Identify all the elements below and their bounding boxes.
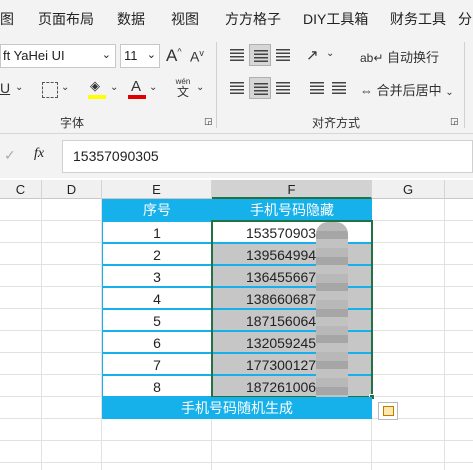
align-right-icon [276,82,290,94]
alignment-group-label: 对齐方式 [312,116,361,130]
align-center-icon [254,83,268,95]
decrease-indent-icon [310,82,324,94]
chevron-down-icon: ⌄ [101,49,111,61]
fx-icon[interactable]: fx [34,146,44,162]
index-cell[interactable]: 7 [102,353,212,375]
paste-options-button[interactable] [378,402,398,420]
formula-input[interactable]: 15357090305 [62,140,473,173]
index-cell[interactable]: 3 [102,265,212,287]
chevron-down-icon[interactable]: ⌄ [196,82,204,93]
index-cell[interactable]: 1 [102,221,212,243]
underline-button[interactable]: U [0,80,10,96]
tab-page-layout[interactable]: 页面布局 [38,9,94,29]
align-bottom-icon [276,49,290,61]
chevron-down-icon: ⌄ [445,87,454,98]
tab-partial[interactable]: 图 [0,9,14,29]
border-icon[interactable] [42,82,58,98]
header-phone-cell[interactable]: 手机号码隐藏 [212,199,372,221]
align-right-button[interactable] [272,77,294,99]
align-left-icon [230,82,244,94]
align-middle-icon [254,50,268,62]
font-size-box[interactable]: 11 ⌄ [120,44,160,68]
align-top-icon [230,49,244,61]
formula-value: 15357090305 [73,148,159,164]
ribbon: ft YaHei UI ⌄ 11 ⌄ A^ Av U ⌄ ⌄ ◈ ⌄ A ⌄ w… [0,34,473,134]
ribbon-tab-bar: 图 页面布局 数据 视图 方方格子 DIY工具箱 财务工具 分 [0,0,473,34]
header-index-cell[interactable]: 序号 [102,199,212,221]
column-header-c[interactable]: C [0,180,42,199]
chevron-down-icon[interactable]: ⌄ [110,82,118,93]
font-name-box[interactable]: ft YaHei UI ⌄ [0,44,116,68]
tab-view[interactable]: 视图 [171,9,199,29]
align-middle-button[interactable] [249,44,271,66]
fill-color-swatch [88,95,106,99]
selection-outline [211,220,373,398]
align-bottom-button[interactable] [272,44,294,66]
dialog-launcher-icon[interactable]: ◲ [204,116,213,127]
tab-diy-toolbox[interactable]: DIY工具箱 [303,9,368,29]
index-cell[interactable]: 6 [102,331,212,353]
font-size-value: 11 [124,48,138,63]
increase-indent-button[interactable] [328,77,350,99]
align-left-button[interactable] [226,77,248,99]
chevron-down-icon[interactable]: ⌄ [149,82,157,93]
decrease-indent-button[interactable] [306,77,328,99]
tab-data[interactable]: 数据 [117,9,145,29]
tab-partial-right[interactable]: 分 [458,9,472,29]
font-group-label: 字体 [60,116,85,130]
increase-indent-icon [332,82,346,94]
grid-line [444,199,445,470]
dialog-launcher-icon[interactable]: ◲ [450,116,459,127]
group-separator [216,42,217,128]
align-center-button[interactable] [249,77,271,99]
chevron-down-icon[interactable]: ⌄ [61,82,69,93]
column-header-e[interactable]: E [102,180,212,199]
grid-line [41,199,42,470]
column-header-bar: C D E F G [0,180,473,199]
chevron-down-icon[interactable]: ⌄ [326,48,334,59]
index-cell[interactable]: 2 [102,243,212,265]
shrink-font-button[interactable]: Av [190,48,204,65]
chevron-down-icon: ⌄ [146,49,156,61]
footer-merged-cell[interactable]: 手机号码随机生成 [102,397,372,419]
index-cell[interactable]: 5 [102,309,212,331]
grow-font-button[interactable]: A^ [166,46,182,66]
font-name-value: ft YaHei UI [3,48,65,63]
orientation-icon[interactable]: ↗ [306,46,319,64]
paint-bucket-icon: ◈ [90,78,100,93]
enter-check-icon[interactable]: ✓ [4,147,16,164]
fill-color-button[interactable]: ◈ [88,78,106,100]
clipboard-icon [383,406,394,416]
font-color-button[interactable]: A [128,78,146,100]
column-header-d[interactable]: D [42,180,102,199]
merge-center-button[interactable]: ⇔ 合并后居中 ⌄ [360,80,470,100]
merge-icon: ⇔ [360,83,373,98]
font-color-swatch [128,95,146,99]
column-header-f[interactable]: F [212,180,372,199]
tab-fangfang-gezi[interactable]: 方方格子 [225,9,281,29]
phonetic-bottom: 文 [176,85,189,99]
chevron-down-icon[interactable]: ⌄ [15,82,23,93]
phonetic-button[interactable]: wén 文 [172,77,194,101]
group-separator [464,42,465,128]
index-cell[interactable]: 8 [102,375,212,397]
column-header-g[interactable]: G [372,180,445,199]
tab-finance-tools[interactable]: 财务工具 [390,9,446,29]
wrap-text-button[interactable]: ab↵ 自动换行 [360,47,460,67]
wrap-text-icon: ab↵ [360,51,384,65]
privacy-blur [316,222,348,408]
index-cell[interactable]: 4 [102,287,212,309]
merge-center-label: 合并后居中 [376,83,442,98]
wrap-text-label: 自动换行 [387,50,440,65]
align-top-button[interactable] [226,44,248,66]
font-color-letter: A [131,78,142,95]
